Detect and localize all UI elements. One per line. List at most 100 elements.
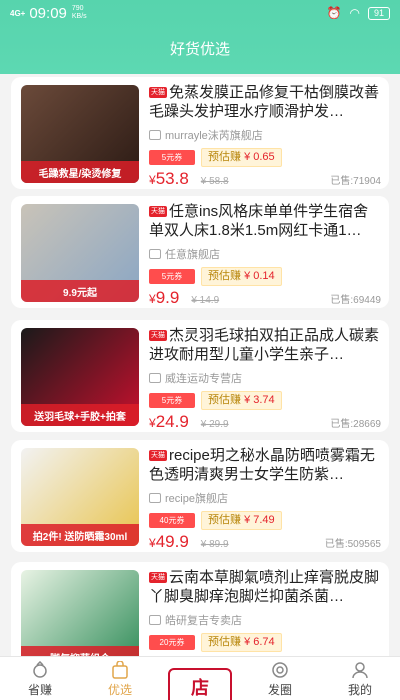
image-caption: 毛躁救星/染烫修复 bbox=[21, 161, 139, 183]
coupon-badge: 40元券 bbox=[149, 513, 195, 528]
tab-label: 发圈 bbox=[267, 683, 292, 697]
product-image[interactable]: 送羽毛球+手胶+拍套 bbox=[21, 328, 139, 426]
signal-indicator: 4G+ bbox=[10, 8, 26, 18]
currency-symbol: ¥ bbox=[149, 536, 156, 550]
image-caption: 脚气抑菌组合 bbox=[21, 646, 139, 656]
estimate-badge: 预估赚 ¥ 0.65 bbox=[201, 148, 282, 167]
shop-row: recipe旗舰店 bbox=[149, 490, 381, 506]
tab-moments[interactable]: 发圈 bbox=[240, 657, 320, 700]
estimate-badge: 预估赚 ¥ 6.74 bbox=[201, 633, 282, 652]
shop-name: recipe旗舰店 bbox=[165, 493, 228, 505]
estimate-label: 预估赚 bbox=[208, 636, 241, 648]
currency-symbol: ¥ bbox=[149, 292, 156, 306]
sold-count: 已售:509565 bbox=[324, 539, 381, 550]
store-icon bbox=[149, 493, 161, 503]
product-name: 杰灵羽毛球拍双拍正品成人碳素进攻耐用型儿童小学生亲子… bbox=[149, 327, 380, 363]
battery-icon: 91 bbox=[367, 6, 390, 20]
tmall-badge: 天猫 bbox=[149, 330, 167, 341]
product-list[interactable]: 毛躁救星/染烫修复 天猫 免蒸发膜正品修复干枯倒膜改善毛躁头发护理水疗顺滑护发… mu… bbox=[0, 68, 400, 656]
currency-symbol: ¥ bbox=[149, 416, 156, 430]
alarm-icon: ⏰ bbox=[326, 6, 342, 20]
clock: 09:09 bbox=[29, 4, 67, 22]
image-caption: 拍2件! 送防晒霜30ml bbox=[21, 524, 139, 546]
estimate-value: ¥ 6.74 bbox=[244, 636, 275, 648]
product-title[interactable]: 天猫 杰灵羽毛球拍双拍正品成人碳素进攻耐用型儿童小学生亲子… bbox=[149, 326, 381, 364]
estimate-label: 预估赚 bbox=[208, 270, 241, 282]
store-icon bbox=[149, 249, 161, 259]
estimate-badge: 预估赚 ¥ 0.14 bbox=[201, 267, 282, 286]
product-name: 云南本草脚氣喷剂止痒膏脱皮脚丫脚臭脚痒泡脚烂抑菌杀菌… bbox=[149, 569, 380, 605]
estimate-value: ¥ 3.74 bbox=[244, 394, 275, 406]
price: ¥49.9 bbox=[149, 532, 189, 552]
coupon-badge: 5元券 bbox=[149, 150, 195, 165]
tmall-badge: 天猫 bbox=[149, 450, 167, 461]
coupon-badge: 5元券 bbox=[149, 393, 195, 408]
estimate-value: ¥ 0.14 bbox=[244, 270, 275, 282]
product-title[interactable]: 天猫 免蒸发膜正品修复干枯倒膜改善毛躁头发护理水疗顺滑护发… bbox=[149, 83, 381, 121]
product-title[interactable]: 天猫 recipe玥之秘水晶防晒喷雾霜无色透明清爽男士女学生防紫… bbox=[149, 446, 381, 484]
shop-name: 威连运动专营店 bbox=[165, 373, 242, 385]
image-caption: 9.9元起 bbox=[21, 280, 139, 302]
product-image[interactable]: 毛躁救星/染烫修复 bbox=[21, 85, 139, 183]
tab-save[interactable]: 省赚 bbox=[0, 657, 80, 700]
bag-icon bbox=[112, 661, 128, 679]
original-price: ¥ 29.9 bbox=[200, 419, 229, 430]
tab-mine[interactable]: 我的 bbox=[320, 657, 400, 700]
price: ¥53.8 bbox=[149, 169, 189, 189]
product-card[interactable]: 拍2件! 送防晒霜30ml 天猫 recipe玥之秘水晶防晒喷雾霜无色透明清爽男士女… bbox=[11, 440, 389, 552]
coupon-badge: 20元券 bbox=[149, 635, 195, 650]
original-price: ¥ 14.9 bbox=[191, 295, 220, 306]
price: ¥24.9 bbox=[149, 412, 189, 432]
estimate-label: 预估赚 bbox=[208, 151, 241, 163]
shop-row: murrayle沫芮旗舰店 bbox=[149, 127, 381, 143]
estimate-badge: 预估赚 ¥ 3.74 bbox=[201, 391, 282, 410]
product-title[interactable]: 天猫 云南本草脚氣喷剂止痒膏脱皮脚丫脚臭脚痒泡脚烂抑菌杀菌… bbox=[149, 568, 381, 606]
product-card[interactable]: 脚气抑菌组合 天猫云南本草脚氣喷剂止痒膏脱皮脚丫脚臭脚痒泡脚烂抑菌杀菌… 皓研复吉专… bbox=[11, 562, 389, 656]
sold-count: 已售:71904 bbox=[330, 176, 381, 187]
center-logo: 店 bbox=[191, 678, 209, 699]
product-name: 免蒸发膜正品修复干枯倒膜改善毛躁头发护理水疗顺滑护发… bbox=[149, 84, 380, 120]
tab-featured[interactable]: 优选 bbox=[80, 657, 160, 700]
image-caption: 送羽毛球+手胶+拍套 bbox=[21, 404, 139, 426]
product-image[interactable]: 9.9元起 bbox=[21, 204, 139, 302]
product-image[interactable]: 拍2件! 送防晒霜30ml bbox=[21, 448, 139, 546]
tab-label: 优选 bbox=[107, 683, 132, 697]
shop-row: 皓研复吉专卖店 bbox=[149, 612, 381, 628]
store-icon bbox=[149, 373, 161, 383]
shop-name: 任意旗舰店 bbox=[165, 249, 220, 261]
network-speed: 790 KB/s bbox=[71, 5, 87, 20]
center-logo-button[interactable]: 店 bbox=[168, 668, 232, 700]
estimate-label: 预估赚 bbox=[208, 394, 241, 406]
tmall-badge: 天猫 bbox=[149, 206, 167, 217]
tmall-badge: 天猫 bbox=[149, 87, 167, 98]
price-value: 9.9 bbox=[155, 288, 180, 307]
original-price: ¥ 58.8 bbox=[200, 176, 229, 187]
store-icon bbox=[149, 130, 161, 140]
price-value: 53.8 bbox=[155, 169, 189, 188]
currency-symbol: ¥ bbox=[149, 173, 156, 187]
tab-label: 我的 bbox=[347, 683, 372, 697]
product-image[interactable]: 脚气抑菌组合 bbox=[21, 570, 139, 656]
header: 4G+ 09:09 790 KB/s ⏰ ◠ 91 好货优选 bbox=[0, 0, 400, 74]
tmall-badge: 天猫 bbox=[149, 572, 167, 583]
page-title: 好货优选 bbox=[169, 41, 230, 58]
estimate-value: ¥ 7.49 bbox=[244, 514, 275, 526]
product-name: recipe玥之秘水晶防晒喷雾霜无色透明清爽男士女学生防紫… bbox=[149, 447, 375, 483]
estimate-badge: 预估赚 ¥ 7.49 bbox=[201, 511, 282, 530]
coupon-badge: 5元券 bbox=[149, 269, 195, 284]
price-value: 24.9 bbox=[155, 412, 189, 431]
product-card[interactable]: 9.9元起 天猫 任意ins风格床单单件学生宿舍单双人床1.8米1.5m网红卡通1…… bbox=[11, 196, 389, 308]
product-card[interactable]: 送羽毛球+手胶+拍套 天猫 杰灵羽毛球拍双拍正品成人碳素进攻耐用型儿童小学生亲子… 威… bbox=[11, 320, 389, 432]
user-icon bbox=[352, 662, 368, 679]
tab-label: 省赚 bbox=[27, 683, 52, 697]
status-bar: 4G+ 09:09 790 KB/s ⏰ ◠ 91 bbox=[0, 0, 400, 26]
store-icon bbox=[149, 615, 161, 625]
price: ¥9.9 bbox=[149, 288, 179, 308]
piggy-icon bbox=[33, 661, 47, 678]
shop-name: 皓研复吉专卖店 bbox=[165, 615, 242, 627]
shop-row: 任意旗舰店 bbox=[149, 246, 381, 262]
product-card[interactable]: 毛躁救星/染烫修复 天猫 免蒸发膜正品修复干枯倒膜改善毛躁头发护理水疗顺滑护发… mu… bbox=[11, 77, 389, 189]
product-title[interactable]: 天猫 任意ins风格床单单件学生宿舍单双人床1.8米1.5m网红卡通1… bbox=[149, 202, 381, 240]
sold-count: 已售:69449 bbox=[330, 295, 381, 306]
product-name: 任意ins风格床单单件学生宿舍单双人床1.8米1.5m网红卡通1… bbox=[149, 203, 369, 239]
